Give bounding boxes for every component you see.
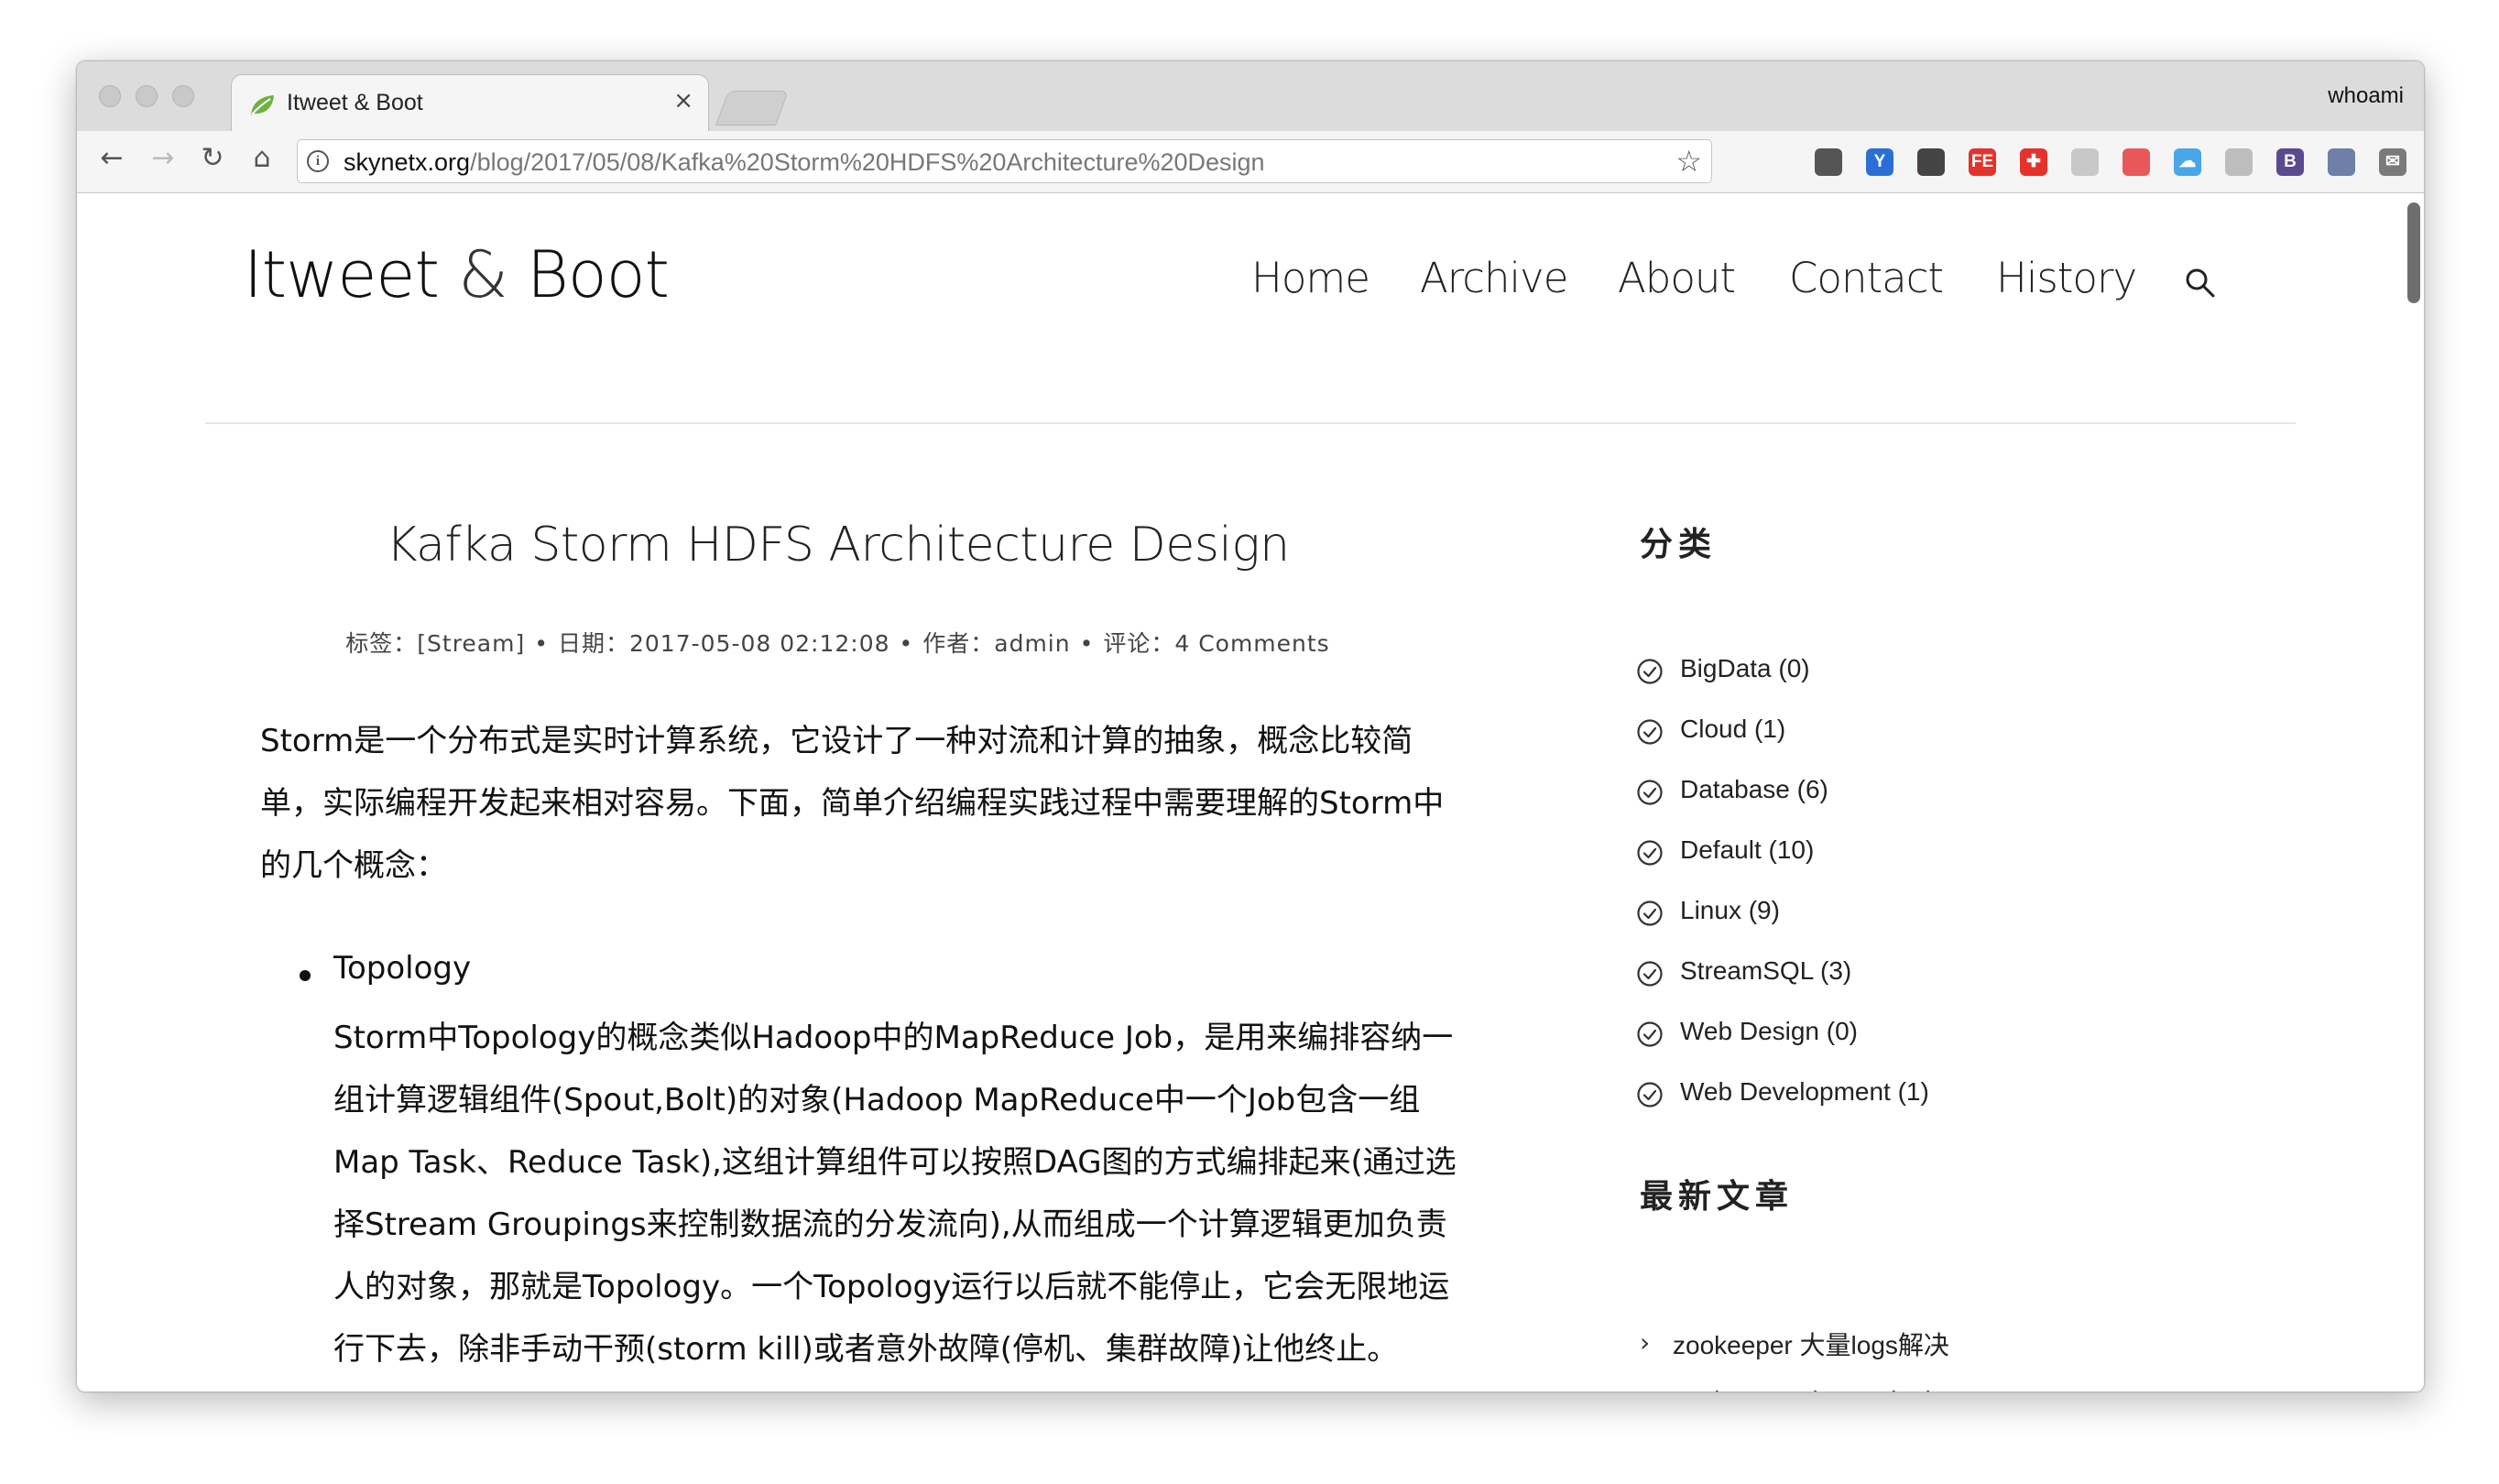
maximize-window-button[interactable] bbox=[172, 85, 194, 107]
post-author[interactable]: 作者：admin bbox=[922, 630, 1070, 657]
check-circle-icon bbox=[1637, 659, 1663, 684]
meta-separator: • bbox=[1079, 630, 1095, 657]
active-tab[interactable]: Itweet & Boot × bbox=[231, 74, 709, 131]
nav-home[interactable]: Home bbox=[1251, 254, 1370, 302]
bootstrap-extension-icon[interactable]: B bbox=[2276, 148, 2304, 176]
category-label: BigData (0) bbox=[1680, 654, 1810, 682]
check-circle-icon bbox=[1637, 900, 1663, 926]
list-line: 组计算逻辑组件(Spout,Bolt)的对象(Hadoop MapReduce中… bbox=[333, 1082, 1421, 1118]
category-label: Cloud (1) bbox=[1680, 715, 1786, 743]
back-arrow-icon[interactable]: ← bbox=[93, 140, 130, 177]
post-title: Kafka Storm HDFS Architecture Design bbox=[386, 518, 1290, 573]
category-label: StreamSQL (3) bbox=[1680, 956, 1852, 985]
url-host: skynetx.org bbox=[344, 148, 471, 176]
nav-contact[interactable]: Contact bbox=[1789, 254, 1944, 302]
address-bar[interactable]: i skynetx.org/blog/2017/05/08/Kafka%20St… bbox=[297, 139, 1712, 183]
category-label: Web Development (1) bbox=[1680, 1077, 1929, 1106]
minimize-window-button[interactable] bbox=[136, 85, 158, 107]
logo-amp: & bbox=[458, 237, 508, 312]
recent-posts-heading: 最新文章 bbox=[1640, 1177, 1795, 1216]
intro-line: 单，实际编程开发起来相对容易。下面，简单介绍编程实践过程中需要理解的Storm中 bbox=[260, 785, 1445, 822]
close-window-button[interactable] bbox=[99, 85, 121, 107]
bookmark-star-icon[interactable]: ☆ bbox=[1675, 144, 1702, 179]
check-circle-icon bbox=[1637, 780, 1663, 805]
check-circle-icon bbox=[1637, 719, 1663, 745]
profile-name[interactable]: whoami bbox=[2328, 83, 2404, 109]
plus-extension-icon[interactable]: ✚ bbox=[2020, 148, 2047, 176]
evernote-extension-icon[interactable] bbox=[1917, 148, 1945, 176]
list-line: Storm中Topology的概念类似Hadoop中的MapReduce Job… bbox=[333, 1020, 1454, 1056]
logo-main: Itweet bbox=[244, 237, 440, 312]
search-icon[interactable] bbox=[2184, 267, 2217, 300]
cloud-extension-icon[interactable]: ☁ bbox=[2174, 148, 2201, 176]
check-circle-icon bbox=[1637, 1021, 1663, 1047]
post-tags[interactable]: 标签：[Stream] bbox=[345, 630, 525, 657]
tab-strip: Itweet & Boot × whoami bbox=[77, 61, 2424, 131]
browser-toolbar: ← → ↻ ⌂ i skynetx.org/blog/2017/05/08/Ka… bbox=[77, 131, 2424, 193]
list-line: 择Stream Groupings来控制数据流的分发流向),从而组成一个计算逻辑… bbox=[333, 1206, 1447, 1243]
home-icon[interactable]: ⌂ bbox=[244, 140, 280, 177]
reload-icon[interactable]: ↻ bbox=[194, 140, 231, 177]
scrollbar-thumb[interactable] bbox=[2407, 202, 2420, 303]
post-date: 日期：2017-05-08 02:12:08 bbox=[557, 630, 890, 657]
url-path: /blog/2017/05/08/Kafka%20Storm%20HDFS%20… bbox=[470, 148, 1265, 176]
mail-extension-icon[interactable]: ✉ bbox=[2379, 148, 2406, 176]
list-line: 行下去，除非手动干预(storm kill)或者意外故障(停机、集群故障)让他终… bbox=[333, 1331, 1399, 1368]
forward-arrow-icon[interactable]: → bbox=[145, 140, 181, 177]
web-page: Itweet & Boot Home Archive About Contact… bbox=[77, 193, 2424, 1391]
category-label: Default (10) bbox=[1680, 835, 1815, 864]
leaf-favicon-icon bbox=[251, 95, 274, 115]
tab-close-icon[interactable]: × bbox=[673, 87, 693, 115]
chevron-right-icon: › bbox=[1640, 1388, 1650, 1391]
category-label: Database (6) bbox=[1680, 775, 1828, 803]
new-tab-button[interactable] bbox=[715, 91, 789, 125]
url-text[interactable]: skynetx.org/blog/2017/05/08/Kafka%20Stor… bbox=[344, 148, 1265, 177]
hand-extension-icon[interactable] bbox=[2225, 148, 2253, 176]
y-extension-icon[interactable]: Y bbox=[1866, 148, 1893, 176]
recent-post-label: zookeeper cluster deploy bbox=[1673, 1386, 1958, 1391]
logo-rest: Boot bbox=[527, 237, 670, 312]
check-circle-icon bbox=[1637, 1082, 1663, 1108]
post-meta: 标签：[Stream] • 日期：2017-05-08 02:12:08 • 作者：ad… bbox=[226, 626, 1449, 659]
site-logo[interactable]: Itweet & Boot bbox=[244, 237, 670, 312]
info-icon[interactable]: i bbox=[307, 150, 329, 172]
post-comments[interactable]: 评论：4 Comments bbox=[1103, 630, 1329, 657]
meta-separator: • bbox=[899, 630, 914, 657]
chevron-right-icon: › bbox=[1640, 1327, 1651, 1358]
list-term-topology: Topology bbox=[333, 950, 472, 987]
nav-history[interactable]: History bbox=[1996, 254, 2137, 302]
red-extension-icon[interactable] bbox=[2123, 148, 2150, 176]
category-label: Web Design (0) bbox=[1680, 1017, 1859, 1045]
tab-title: Itweet & Boot bbox=[287, 90, 423, 115]
list-bullet bbox=[300, 970, 311, 981]
categories-heading: 分类 bbox=[1640, 525, 1718, 563]
category-label: Linux (9) bbox=[1680, 896, 1780, 924]
intro-line: Storm是一个分布式是实时计算系统，它设计了一种对流和计算的抽象，概念比较简 bbox=[260, 723, 1413, 759]
check-circle-icon bbox=[1637, 840, 1663, 866]
list-line: Map Task、Reduce Task),这组计算组件可以按照DAG图的方式编… bbox=[333, 1144, 1457, 1181]
check-circle-icon bbox=[1637, 961, 1663, 987]
nav-about[interactable]: About bbox=[1618, 254, 1736, 302]
gear-extension-icon[interactable] bbox=[2071, 148, 2099, 176]
browser-window: Itweet & Boot × whoami ← → ↻ ⌂ i skynetx… bbox=[76, 60, 2425, 1392]
meta-separator: • bbox=[534, 630, 549, 657]
recent-post-label: zookeeper 大量logs解决 bbox=[1673, 1331, 1949, 1359]
header-divider bbox=[205, 422, 2296, 424]
nav-archive[interactable]: Archive bbox=[1420, 254, 1568, 302]
intro-line: 的几个概念： bbox=[260, 847, 447, 884]
pocket-extension-icon[interactable] bbox=[1815, 148, 1842, 176]
compass-extension-icon[interactable] bbox=[2328, 148, 2355, 176]
list-line: 人的对象，那就是Topology。一个Topology运行以后就不能停止，它会无… bbox=[333, 1269, 1450, 1305]
fe-extension-icon[interactable]: FE bbox=[1969, 148, 1996, 176]
